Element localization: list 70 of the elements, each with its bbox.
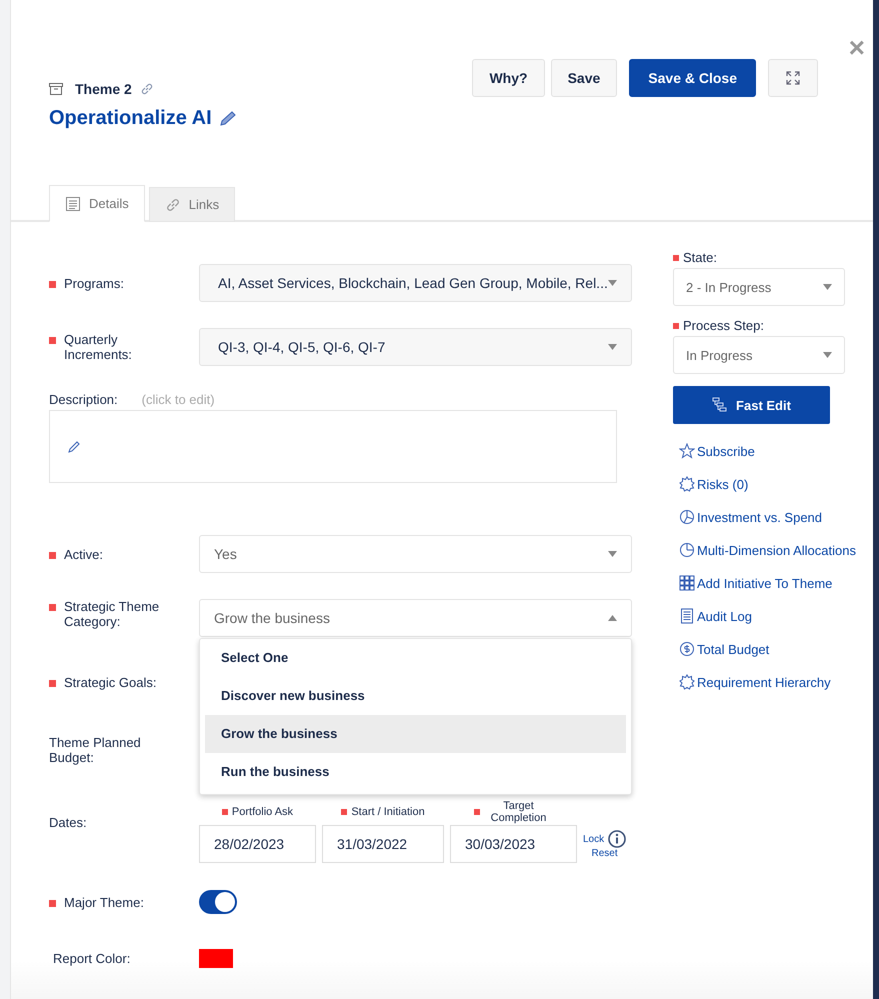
action-button[interactable]: Save [550, 59, 618, 97]
date-label: Portfolio Ask [232, 806, 294, 818]
description-hint: (click to edit) [142, 392, 215, 407]
sidebar-link[interactable]: Audit Log [679, 607, 871, 625]
field-label: Major Theme: [64, 894, 144, 910]
grid-icon [679, 575, 695, 591]
sidebar-link[interactable]: Investment vs. Spend [679, 508, 871, 526]
caret-icon [608, 344, 617, 350]
pie-chart-icon [679, 509, 695, 525]
toggle-switch[interactable] [199, 890, 237, 914]
pencil-icon [67, 440, 81, 454]
caret-icon [823, 284, 832, 290]
select-field[interactable]: QI-3, QI-4, QI-5, QI-6, QI-7 [199, 328, 632, 366]
expand-icon [786, 71, 800, 85]
field-label: Strategic Goals: [64, 674, 156, 690]
hierarchy-icon [712, 397, 728, 413]
lock-link[interactable]: Lock [583, 834, 604, 844]
document-icon [679, 608, 695, 624]
gear-icon [679, 476, 695, 492]
archive-icon [49, 83, 63, 95]
tab[interactable]: Details [49, 185, 145, 222]
action-button[interactable]: Save & Close [629, 59, 756, 97]
field-label: Process Step: [683, 318, 764, 333]
link-icon [164, 196, 181, 212]
gear-icon [679, 674, 695, 690]
field-label: Quarterly Increments: [64, 332, 133, 362]
date-label: Target Completion [490, 800, 548, 824]
date-field[interactable]: 31/03/2022 [322, 825, 444, 863]
expand-button[interactable] [768, 59, 818, 97]
field-label: Theme Planned Budget: [49, 735, 142, 765]
date-field[interactable]: 28/02/2023 [199, 825, 316, 863]
select-field[interactable]: Yes [199, 535, 632, 573]
dollar-icon [679, 641, 695, 657]
sidebar-link[interactable]: Multi-Dimension Allocations [679, 541, 871, 559]
pie-chart-icon [679, 542, 695, 558]
sidebar-link[interactable]: Requirement Hierarchy [679, 673, 871, 691]
fast-edit-button[interactable]: Fast Edit [673, 386, 830, 424]
sidebar-link[interactable]: Risks (0) [679, 475, 871, 493]
field-label: Dates: [49, 814, 87, 830]
select-field[interactable]: Grow the business [199, 599, 632, 637]
document-icon [65, 196, 81, 212]
caret-icon [608, 615, 617, 621]
tab[interactable]: Links [148, 187, 236, 222]
color-swatch[interactable] [199, 948, 233, 968]
link-icon[interactable] [140, 82, 154, 96]
sidebar-link[interactable]: Add Initiative To Theme [679, 574, 871, 592]
action-button[interactable]: Why? [472, 59, 545, 97]
caret-icon [823, 352, 832, 358]
date-label: Start / Initiation [351, 806, 425, 818]
sidebar-link[interactable]: Subscribe [679, 442, 871, 460]
select-field[interactable]: In Progress [673, 336, 845, 374]
page-title: Operationalize AI [49, 107, 212, 130]
sidebar-link[interactable]: Total Budget [679, 640, 871, 658]
field-label: Strategic Theme Category: [64, 599, 160, 629]
item-type: Theme 2 [75, 81, 132, 97]
star-icon [679, 443, 695, 459]
field-label: Description: [49, 392, 118, 407]
date-field[interactable]: 30/03/2023 [450, 825, 577, 863]
pencil-icon[interactable] [218, 110, 238, 128]
field-label: Report Color: [53, 950, 130, 966]
info-icon[interactable] [608, 830, 626, 848]
field-label: State: [683, 250, 717, 265]
select-field[interactable]: 2 - In Progress [673, 268, 845, 306]
dropdown-option[interactable]: Grow the business [205, 715, 626, 753]
reset-link[interactable]: Reset [592, 848, 618, 859]
field-label: Programs: [64, 276, 124, 290]
caret-icon [608, 280, 617, 286]
caret-icon [608, 551, 617, 557]
select-field[interactable]: AI, Asset Services, Blockchain, Lead Gen Group, Mobile, Rel... [199, 264, 632, 302]
field-label: Active: [64, 546, 104, 562]
